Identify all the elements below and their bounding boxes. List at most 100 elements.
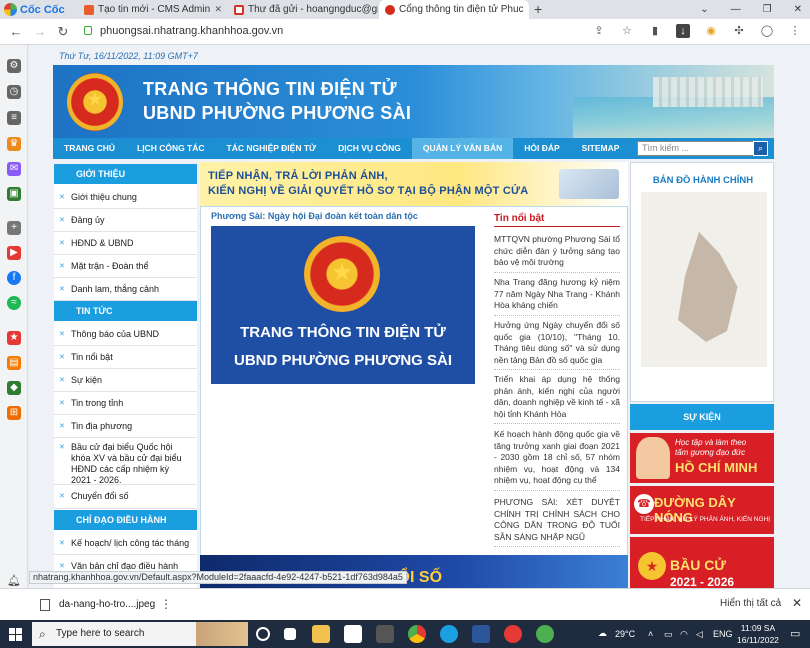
menu-item-local-news[interactable]: Tin địa phương — [54, 415, 197, 438]
close-tab-icon[interactable]: ✕ — [528, 4, 529, 15]
volume-icon[interactable]: ◁ — [696, 629, 703, 640]
hot-news-item[interactable]: Nha Trang đăng hương kỷ niệm 77 năm Ngày… — [494, 277, 620, 316]
show-all-downloads[interactable]: Hiển thị tất cả — [720, 598, 781, 609]
crown-icon[interactable]: ♛ — [7, 137, 21, 151]
menu-item-events[interactable]: Sự kiện — [54, 369, 197, 392]
nav-sitemap[interactable]: SITEMAP — [571, 138, 631, 159]
nav-schedule[interactable]: LỊCH CÔNG TÁC — [126, 138, 216, 159]
tab-portal[interactable]: Cổng thông tin điện tử Phuc ✕ — [379, 0, 529, 19]
close-window-icon[interactable]: ✕ — [794, 4, 802, 15]
menu-item-landscape[interactable]: Danh lam, thắng cảnh — [54, 278, 197, 301]
ho-chi-minh-banner[interactable]: Học tập và làm theo tấm gương đạo đức HỒ… — [630, 433, 774, 483]
url-field[interactable]: phuongsai.nhatrang.khanhhoa.gov.vn — [100, 25, 283, 37]
download-icon[interactable]: ↓ — [676, 24, 690, 38]
extensions-puzzle-icon[interactable]: ✣ — [732, 24, 746, 38]
wifi-icon[interactable]: ◠ — [680, 629, 688, 640]
mail-icon[interactable] — [376, 625, 394, 643]
featured-article-image[interactable]: ★ TRANG THÔNG TIN ĐIỆN TỬ UBND PHƯỜNG PH… — [211, 226, 475, 384]
word-icon[interactable] — [472, 625, 490, 643]
tray-chevron-icon[interactable]: ˄ — [648, 629, 653, 639]
menu-item-hot-news[interactable]: Tin nổi bật — [54, 346, 197, 369]
messenger-icon[interactable]: ✉ — [7, 162, 21, 176]
hot-news-item[interactable]: Triển khai áp dụng hệ thống phản ánh, ki… — [494, 374, 620, 424]
game-icon[interactable]: ▣ — [7, 187, 21, 201]
menu-item-intro-general[interactable]: Giới thiệu chung — [54, 186, 197, 209]
site-banner[interactable]: ★ TRANG THÔNG TIN ĐIỆN TỬ UBND PHƯỜNG PH… — [53, 65, 774, 138]
hot-news-item[interactable]: Kế hoạch hành động quốc gia về tăng trưở… — [494, 429, 620, 491]
notification-bell-icon[interactable]: 🔔︎ — [7, 574, 21, 588]
current-date: Thứ Tư, 16/11/2022, 11:09 GMT+7 — [59, 51, 198, 61]
store-icon[interactable] — [344, 625, 362, 643]
coupon-icon[interactable]: ◆ — [7, 381, 21, 395]
language-indicator[interactable]: ENG — [713, 629, 733, 639]
hot-news-item[interactable]: Hưởng ứng Ngày chuyển đổi số quốc gia (1… — [494, 320, 620, 370]
bookmark-star-icon[interactable]: ☆ — [620, 24, 634, 38]
download-more-icon[interactable]: ⋮ — [160, 597, 172, 611]
coccoc-taskbar-icon[interactable] — [536, 625, 554, 643]
hot-news-item[interactable]: PHƯƠNG SÀI: XÉT DUYỆT CHÍNH TRỊ CHÍNH SÁ… — [494, 497, 620, 547]
edge-icon[interactable] — [440, 625, 458, 643]
banner-city-image — [653, 77, 763, 107]
menu-item-party[interactable]: Đảng ủy — [54, 209, 197, 232]
taskbar-clock[interactable]: 11:09 SA 16/11/2022 — [737, 622, 779, 646]
nav-home[interactable]: TRANG CHỦ — [53, 138, 126, 159]
download-file-name[interactable]: da-nang-ho-tro....jpeg — [59, 599, 155, 610]
notes-icon[interactable]: ≡ — [7, 111, 21, 125]
reload-icon[interactable]: ↻ — [55, 24, 71, 40]
windows-start-icon[interactable] — [9, 628, 22, 641]
emblem-icon: ★ — [304, 236, 380, 312]
file-explorer-icon[interactable] — [312, 625, 330, 643]
menu-item-monthly-plan[interactable]: Kế hoạch/ lịch công tác tháng — [54, 532, 197, 555]
menu-kebab-icon[interactable]: ⋮ — [788, 24, 802, 38]
youtube-icon[interactable]: ▶ — [7, 246, 21, 260]
chrome-icon[interactable] — [408, 625, 426, 643]
network-icon[interactable]: ▭ — [664, 629, 673, 640]
sidebar-icon[interactable]: ▮ — [648, 24, 662, 38]
back-icon[interactable]: ← — [8, 24, 24, 40]
task-view-icon[interactable] — [284, 628, 296, 640]
close-download-bar-icon[interactable]: ✕ — [792, 596, 802, 610]
cortana-icon[interactable] — [256, 627, 270, 641]
tab-search-icon[interactable]: ⌄ — [700, 4, 708, 15]
temperature[interactable]: 29°C — [615, 629, 635, 639]
menu-item-province-news[interactable]: Tin trong tỉnh — [54, 392, 197, 415]
nav-e-work[interactable]: TÁC NGHIỆP ĐIỆN TỬ — [216, 138, 328, 159]
weather-icon[interactable]: ☁ — [598, 628, 607, 639]
featured-article-title[interactable]: Phương Sài: Ngày hội Đại đoàn kết toàn d… — [211, 211, 418, 221]
search-icon[interactable]: ⌕ — [753, 141, 768, 156]
nav-public-services[interactable]: DỊCH VỤ CÔNG — [327, 138, 412, 159]
new-tab-icon[interactable]: + — [534, 1, 542, 17]
notifications-icon[interactable]: ▭ — [790, 627, 800, 640]
tab-cms-admin[interactable]: Tạo tin mới - CMS Admin ✕ — [78, 0, 228, 19]
menu-item-digital-transformation[interactable]: Chuyển đổi số — [54, 485, 197, 509]
menu-item-council[interactable]: HĐND & UBND — [54, 232, 197, 255]
spotify-icon[interactable]: ≈ — [7, 296, 21, 310]
hotline-banner[interactable]: ☎ ĐƯỜNG DÂY NÓNG TIẾP NHẬN, XỬ LÝ PHẢN Á… — [630, 486, 774, 534]
app-red-icon[interactable] — [504, 625, 522, 643]
shopee-icon[interactable]: ▤ — [7, 356, 21, 370]
menu-item-front[interactable]: Mặt trận - Đoàn thể — [54, 255, 197, 278]
extension-coccoc-icon[interactable]: ◉ — [704, 24, 718, 38]
browser-brand[interactable]: Cốc Cốc — [4, 2, 65, 17]
settings-gear-icon[interactable]: ⚙ — [7, 59, 21, 73]
profile-icon[interactable]: ◯ — [760, 24, 774, 38]
lock-icon[interactable] — [84, 26, 92, 35]
share-icon[interactable]: ⇪ — [592, 24, 606, 38]
cart-icon[interactable]: ⊞ — [7, 406, 21, 420]
nav-faq[interactable]: HỎI ĐÁP — [513, 138, 570, 159]
history-icon[interactable]: ◷ — [7, 85, 21, 99]
nav-documents[interactable]: QUẢN LÝ VĂN BẢN — [411, 138, 514, 159]
add-icon[interactable]: + — [7, 221, 21, 235]
menu-item-elections[interactable]: Bầu cử đại biểu Quốc hội khóa XV và bầu … — [54, 438, 197, 485]
forward-icon[interactable]: → — [32, 24, 48, 40]
site-search-input[interactable]: Tìm kiếm ... — [637, 141, 755, 156]
minimize-icon[interactable]: — — [731, 4, 741, 15]
shop-sale-icon[interactable]: ★ — [7, 331, 21, 345]
facebook-icon[interactable]: f — [7, 271, 21, 285]
menu-item-announcements[interactable]: Thông báo của UBND — [54, 323, 197, 346]
hot-news-item[interactable]: MTTQVN phường Phương Sài tổ chức diễn đà… — [494, 234, 620, 273]
close-tab-icon[interactable]: ✕ — [214, 4, 222, 15]
admin-map-image[interactable] — [641, 192, 767, 367]
restore-icon[interactable]: ❐ — [763, 4, 772, 15]
tab-gmail[interactable]: Thư đã gửi - hoangngduc@gi ✕ — [228, 0, 378, 19]
